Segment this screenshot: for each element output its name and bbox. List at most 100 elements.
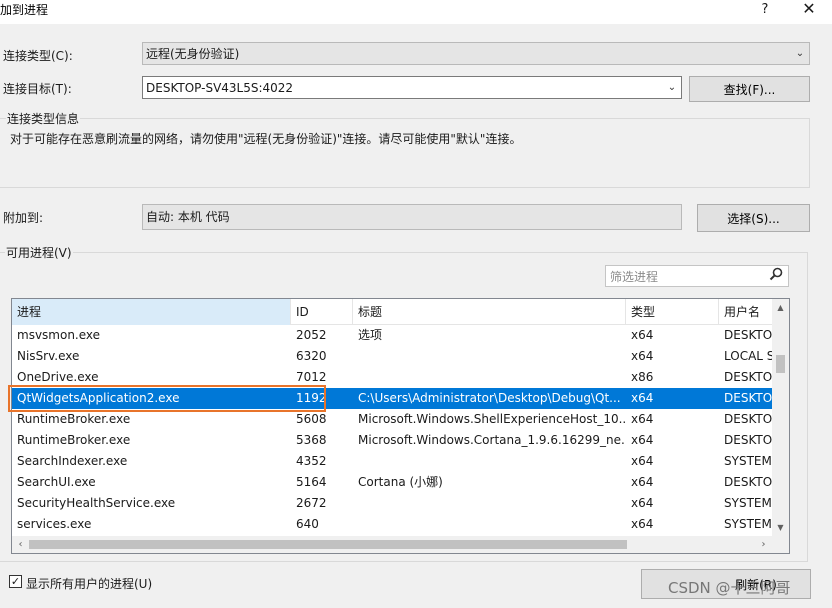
process-name: SearchUI.exe: [17, 475, 96, 489]
table-row[interactable]: NisSrv.exe 6320 x64 LOCAL S: [12, 346, 772, 367]
filter-input[interactable]: 筛选进程: [605, 265, 789, 287]
process-type: x64: [631, 433, 654, 447]
search-icon[interactable]: [764, 267, 788, 285]
process-user: LOCAL S: [724, 349, 772, 363]
chevron-down-icon: ⌄: [667, 82, 677, 93]
connection-info-text: 对于可能存在恶意刷流量的网络，请勿使用"远程(无身份验证)"连接。请尽可能使用"…: [10, 132, 522, 146]
process-title: Microsoft.Windows.Cortana_1.9.6.16299_ne…: [358, 433, 626, 447]
connection-info-box: [0, 118, 810, 188]
process-name: SecurityHealthService.exe: [17, 496, 176, 510]
horizontal-scrollbar[interactable]: ‹ ›: [12, 536, 772, 553]
process-user: DESKTOP: [724, 475, 772, 489]
process-title: C:\Users\Administrator\Desktop\Debug\Qt.…: [358, 391, 621, 405]
connection-type-dropdown[interactable]: 远程(无身份验证) ⌄: [142, 42, 810, 65]
scroll-right-icon[interactable]: ›: [755, 536, 772, 553]
available-processes-title: 可用进程(V): [5, 244, 73, 261]
process-type: x64: [631, 328, 654, 342]
table-row[interactable]: RuntimeBroker.exe 5608 Microsoft.Windows.S…: [12, 409, 772, 430]
process-user: DESKTOP: [724, 412, 772, 426]
process-user: DESKTOP: [724, 370, 772, 384]
process-id: 5164: [296, 475, 327, 489]
table-row-selected[interactable]: QtWidgetsApplication2.exe 1192 C:\Users\Ad…: [12, 388, 772, 409]
process-id: 6320: [296, 349, 327, 363]
process-name: RuntimeBroker.exe: [17, 433, 131, 447]
process-id: 2672: [296, 496, 327, 510]
process-type: x64: [631, 412, 654, 426]
table-row[interactable]: SecurityHealthService.exe 2672 x64 SYSTEM: [12, 493, 772, 514]
process-type: x64: [631, 454, 654, 468]
process-title: Microsoft.Windows.ShellExperienceHost_10…: [358, 412, 626, 426]
scroll-left-icon[interactable]: ‹: [12, 536, 29, 553]
attach-to-label: 附加到:: [3, 211, 44, 225]
column-header-type[interactable]: 类型: [626, 299, 719, 325]
process-user: SYSTEM: [724, 517, 772, 531]
help-button[interactable]: ?: [754, 0, 776, 22]
scroll-up-icon[interactable]: ▲: [772, 299, 789, 316]
select-button[interactable]: 选择(S)...: [697, 204, 810, 232]
window-title: 加到进程: [0, 3, 49, 17]
process-title: [353, 514, 626, 535]
process-id: 640: [296, 517, 319, 531]
process-user: DESKTOP: [724, 391, 772, 405]
table-row[interactable]: RuntimeBroker.exe 5368 Microsoft.Windows.C…: [12, 430, 772, 451]
table-row[interactable]: services.exe 640 x64 SYSTEM: [12, 514, 772, 535]
process-type: x64: [631, 475, 654, 489]
scroll-down-icon[interactable]: ▼: [772, 519, 789, 536]
process-name: SearchIndexer.exe: [17, 454, 128, 468]
find-button[interactable]: 查找(F)...: [689, 76, 810, 102]
connection-target-value: DESKTOP-SV43L5S:4022: [146, 80, 294, 95]
column-header-id[interactable]: ID: [291, 299, 353, 325]
process-name: NisSrv.exe: [17, 349, 80, 363]
table-row[interactable]: msvsmon.exe 2052 选项 x64 DESKTOP: [12, 325, 772, 346]
process-table[interactable]: 进程 ID 标题 类型 用户名 msvsmon.exe 2052 选项 x64 DESK…: [11, 298, 790, 554]
process-id: 7012: [296, 370, 327, 384]
process-id: 1192: [296, 391, 327, 405]
column-header-title[interactable]: 标题: [353, 299, 626, 325]
process-name: QtWidgetsApplication2.exe: [17, 391, 180, 405]
table-row[interactable]: OneDrive.exe 7012 x86 DESKTOP: [12, 367, 772, 388]
table-row[interactable]: SearchIndexer.exe 4352 x64 SYSTEM: [12, 451, 772, 472]
vertical-scroll-thumb[interactable]: [776, 355, 785, 373]
process-user: SYSTEM: [724, 454, 772, 468]
show-all-users-label[interactable]: 显示所有用户的进程(U): [26, 575, 152, 592]
attach-to-field: 自动: 本机 代码: [142, 204, 682, 230]
process-type: x64: [631, 496, 654, 510]
connection-type-value: 远程(无身份验证): [146, 47, 240, 61]
process-name: msvsmon.exe: [17, 328, 101, 342]
connection-info-title: 连接类型信息: [6, 110, 81, 127]
process-id: 5608: [296, 412, 327, 426]
scrollbar-corner: [772, 536, 789, 553]
chevron-down-icon: ⌄: [795, 48, 805, 59]
connection-target-label: 连接目标(T):: [3, 82, 72, 96]
process-name: services.exe: [17, 517, 92, 531]
process-user: DESKTOP: [724, 433, 772, 447]
process-name: RuntimeBroker.exe: [17, 412, 131, 426]
process-name: OneDrive.exe: [17, 370, 99, 384]
process-type: x64: [631, 391, 654, 405]
process-type: x86: [631, 370, 654, 384]
process-id: 4352: [296, 454, 327, 468]
process-title: [353, 367, 626, 388]
connection-type-label: 连接类型(C):: [3, 49, 73, 63]
process-id: 2052: [296, 328, 327, 342]
process-user: DESKTOP: [724, 328, 772, 342]
close-button[interactable]: ✕: [796, 0, 822, 22]
vertical-scrollbar[interactable]: ▲ ▼: [772, 299, 789, 536]
column-header-user[interactable]: 用户名: [719, 299, 772, 325]
connection-target-combobox[interactable]: DESKTOP-SV43L5S:4022 ⌄: [142, 76, 682, 99]
table-row[interactable]: SearchUI.exe 5164 Cortana (小娜) x64 DESKTOP: [12, 472, 772, 493]
process-type: x64: [631, 517, 654, 531]
attach-to-value: 自动: 本机 代码: [146, 210, 230, 224]
process-type: x64: [631, 349, 654, 363]
process-title: [353, 451, 626, 472]
show-all-users-checkbox[interactable]: ✓: [9, 575, 22, 588]
filter-placeholder: 筛选进程: [610, 269, 659, 284]
watermark: CSDN @十三阿哥: [668, 579, 791, 597]
checkmark-icon: ✓: [10, 575, 21, 588]
process-title: [353, 346, 626, 367]
process-title: 选项: [358, 328, 383, 342]
column-header-process[interactable]: 进程: [12, 299, 291, 325]
horizontal-scroll-thumb[interactable]: [29, 540, 627, 549]
title-bar: 加到进程 ? ✕: [0, 0, 832, 24]
table-header: 进程 ID 标题 类型 用户名: [12, 299, 772, 325]
